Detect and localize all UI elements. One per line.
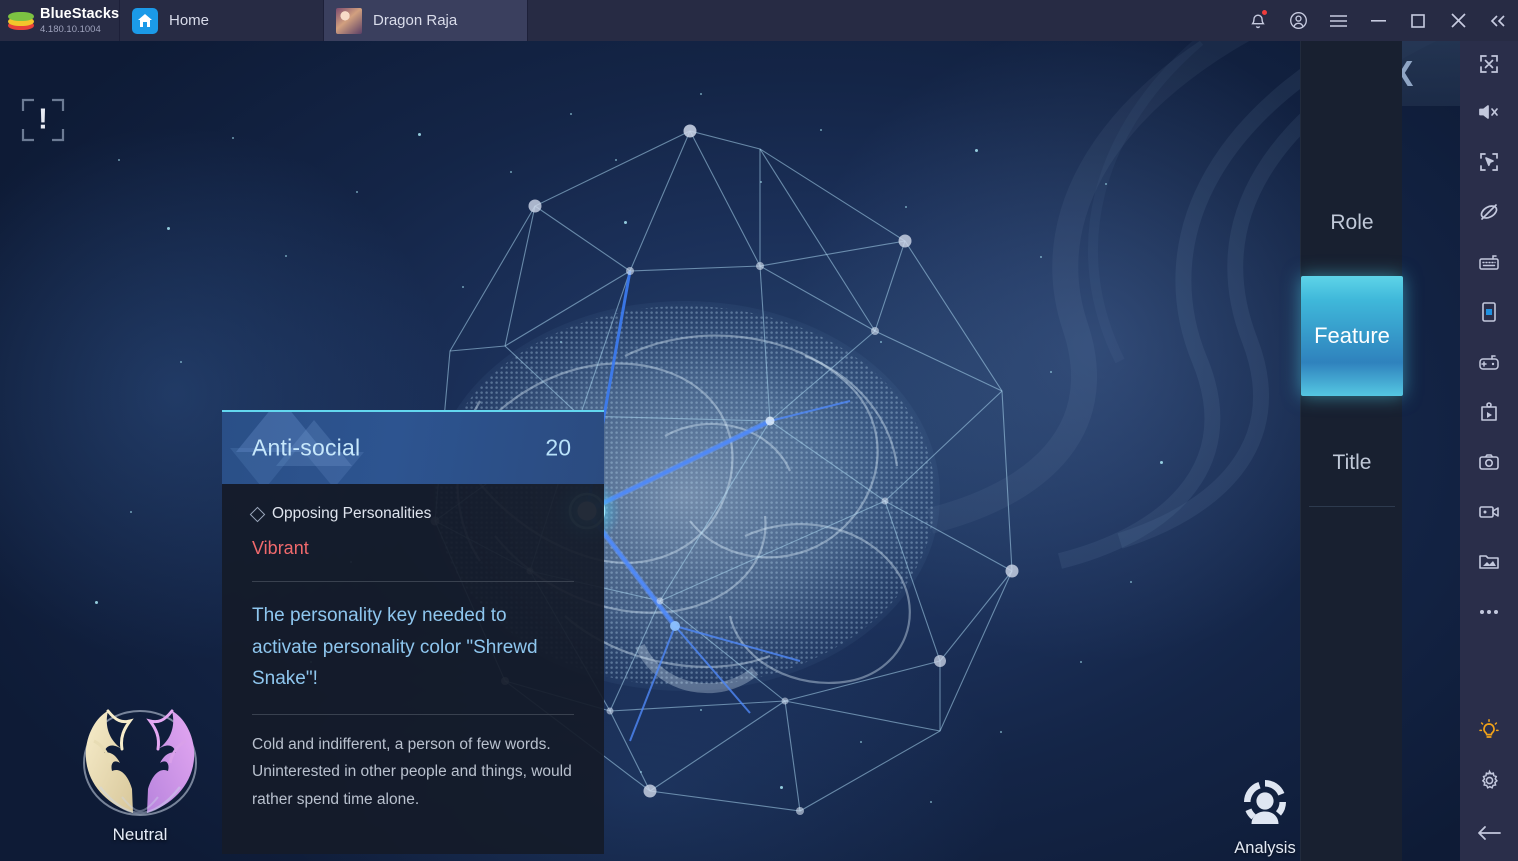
maximize-icon[interactable]: [1398, 0, 1438, 41]
bluestacks-window: ! X Role Feature Title: [0, 0, 1518, 861]
fullscreen-icon[interactable]: [1460, 41, 1518, 87]
tab-feature-label: Feature: [1314, 323, 1390, 348]
personality-tooltip-card: Anti-social 20 Opposing Personalities Vi…: [222, 410, 604, 854]
tab-role[interactable]: Role: [1301, 196, 1403, 250]
game-viewport: ! X Role Feature Title: [0, 41, 1460, 861]
portrait-view-icon[interactable]: [1460, 287, 1518, 337]
keyboard-controls-icon[interactable]: [1460, 237, 1518, 287]
tooltip-body: Opposing Personalities Vibrant The perso…: [222, 484, 604, 854]
personality-value: 20: [545, 434, 571, 461]
window-buttons: [1238, 0, 1518, 41]
double-chevron-left-icon[interactable]: [1478, 0, 1518, 41]
hamburger-menu-icon[interactable]: [1318, 0, 1358, 41]
twin-dragon-emblem-icon: [83, 709, 197, 816]
rail-divider: [1309, 506, 1395, 507]
notification-badge: [1261, 9, 1268, 16]
alignment-label: Neutral: [112, 825, 168, 844]
bell-icon[interactable]: [1238, 0, 1278, 41]
media-gallery-icon[interactable]: [1460, 537, 1518, 587]
tab-role-label: Role: [1330, 211, 1374, 234]
settings-gear-icon[interactable]: [1460, 755, 1518, 805]
opposing-personalities-row: Opposing Personalities: [249, 484, 574, 523]
diamond-bullet-icon: [249, 506, 266, 522]
brand-version: 4.180.10.1004: [40, 23, 101, 35]
location-pointer-icon[interactable]: [1460, 137, 1518, 187]
back-arrow-icon[interactable]: [1460, 805, 1518, 861]
tab-home[interactable]: Home: [120, 0, 324, 41]
bluestacks-logo-icon: [8, 9, 34, 33]
tooltip-header: Anti-social 20: [222, 410, 604, 484]
tooltip-divider: [252, 713, 574, 715]
gamepad-icon[interactable]: [1460, 337, 1518, 387]
opposing-personality-name: Vibrant: [252, 538, 309, 558]
home-icon: [132, 7, 158, 34]
rotate-lock-icon[interactable]: [1460, 187, 1518, 237]
personality-key-text: The personality key needed to activate p…: [252, 605, 538, 690]
more-options-icon[interactable]: [1460, 587, 1518, 637]
bluestacks-brand: BlueStacks 4.180.10.1004: [0, 0, 120, 41]
alert-exclamation-icon[interactable]: !: [20, 97, 66, 143]
tab-dragon-raja[interactable]: Dragon Raja: [324, 0, 528, 41]
opposing-personalities-label: Opposing Personalities: [272, 505, 432, 522]
exclamation-glyph: !: [38, 103, 48, 136]
mute-icon[interactable]: [1460, 87, 1518, 137]
tab-home-label: Home: [169, 12, 210, 29]
alignment-indicator[interactable]: Neutral: [62, 701, 218, 861]
analysis-button[interactable]: Analysis: [1215, 776, 1315, 860]
personality-name: Anti-social: [252, 434, 361, 461]
analysis-chart-icon: [1244, 780, 1286, 824]
screen-record-icon[interactable]: [1460, 487, 1518, 537]
tab-title-label: Title: [1332, 451, 1372, 474]
tab-dragon-raja-label: Dragon Raja: [373, 12, 458, 29]
brand-name: BlueStacks: [40, 6, 120, 22]
account-circle-icon[interactable]: [1278, 0, 1318, 41]
screenshot-camera-icon[interactable]: [1460, 437, 1518, 487]
game-tab-rail: Role Feature Title: [1300, 41, 1403, 861]
bluestacks-titlebar: BlueStacks 4.180.10.1004 Home Dragon Raj…: [0, 0, 1518, 41]
tooltip-divider: [252, 581, 574, 582]
analysis-label: Analysis: [1234, 839, 1296, 857]
personality-description: Cold and indifferent, a person of few wo…: [252, 735, 572, 809]
minimize-icon[interactable]: [1358, 0, 1398, 41]
close-icon[interactable]: [1438, 0, 1478, 41]
tab-title[interactable]: Title: [1301, 436, 1403, 490]
macro-script-icon[interactable]: [1460, 387, 1518, 437]
game-portrait-icon: [336, 7, 362, 34]
tips-bulb-icon[interactable]: [1460, 705, 1518, 755]
bluestacks-sidebar: [1460, 41, 1518, 861]
tab-feature[interactable]: Feature: [1301, 276, 1403, 396]
